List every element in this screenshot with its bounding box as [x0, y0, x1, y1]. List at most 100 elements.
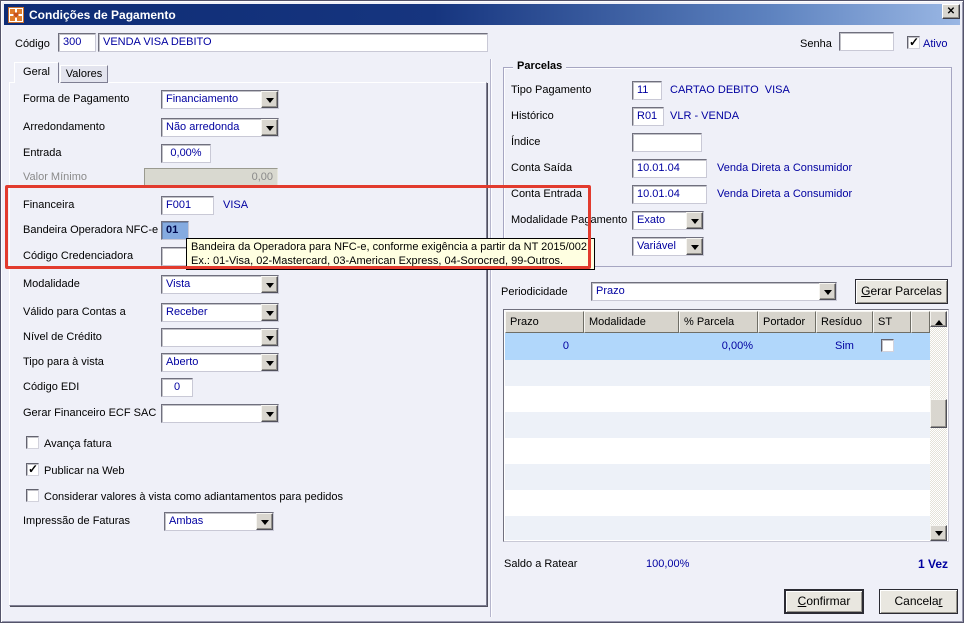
tipo-pagamento-input[interactable]: 11: [632, 81, 662, 100]
saldo-ratear-label: Saldo a Ratear: [504, 558, 578, 570]
arredondamento-label: Arredondamento: [23, 121, 105, 133]
chevron-down-icon[interactable]: [261, 91, 278, 108]
senha-input[interactable]: [839, 32, 894, 51]
confirmar-button[interactable]: Confirmar: [784, 589, 864, 614]
historico-desc: VLR - VENDA: [670, 110, 740, 122]
gerar-ecf-sac-label: Gerar Financeiro ECF SAC: [23, 407, 157, 419]
table-body: [505, 360, 930, 540]
entrada-input[interactable]: 0,00%: [161, 144, 211, 163]
publicar-web-label: Publicar na Web: [44, 465, 125, 477]
cell-st-checkbox[interactable]: [881, 339, 894, 352]
col-header-portador[interactable]: Portador: [758, 311, 816, 333]
chevron-down-icon[interactable]: [686, 238, 703, 255]
nfce-tooltip: Bandeira da Operadora para NFC-e, confor…: [186, 238, 596, 270]
vezes-value: 1 Vez: [917, 557, 948, 571]
bandeira-nfce-label: Bandeira Operadora NFC-e: [23, 224, 159, 236]
avanca-fatura-label: Avança fatura: [44, 438, 112, 450]
payment-conditions-dialog: Condições de Pagamento ✕ Código 300 VEND…: [0, 0, 964, 623]
col-header-prazo[interactable]: Prazo: [505, 311, 584, 333]
gerar-parcelas-button[interactable]: Gerar Parcelas: [855, 279, 948, 304]
codigo-credenciadora-input[interactable]: [161, 247, 189, 266]
nivel-credito-label: Nível de Crédito: [23, 331, 102, 343]
conta-entrada-input[interactable]: 10.01.04: [632, 185, 707, 204]
valido-contas-select[interactable]: Receber: [161, 303, 279, 322]
indice-input[interactable]: [632, 133, 702, 152]
historico-label: Histórico: [511, 110, 554, 122]
col-header-st[interactable]: ST: [873, 311, 911, 333]
tab-valores[interactable]: Valores: [60, 65, 108, 83]
chevron-down-icon[interactable]: [261, 329, 278, 346]
scroll-thumb[interactable]: [930, 399, 947, 428]
close-icon[interactable]: ✕: [942, 4, 960, 19]
cell-prazo: 0: [562, 340, 569, 352]
chevron-down-icon[interactable]: [261, 119, 278, 136]
financeira-desc: VISA: [223, 199, 249, 211]
variavel-select[interactable]: Variável: [632, 237, 704, 256]
publicar-web-checkbox[interactable]: [26, 462, 39, 476]
chevron-down-icon[interactable]: [256, 513, 273, 530]
col-header-modalidade[interactable]: Modalidade: [584, 311, 679, 333]
cancelar-button[interactable]: Cancelar: [879, 589, 958, 614]
chevron-down-icon[interactable]: [261, 405, 278, 422]
codigo-label: Código: [15, 38, 50, 50]
codigo-edi-label: Código EDI: [23, 381, 80, 393]
window-title: Condições de Pagamento: [29, 7, 176, 22]
tooltip-line-1: Bandeira da Operadora para NFC-e, confor…: [191, 241, 591, 253]
valor-minimo-input: 0,00: [144, 168, 278, 187]
entrada-label: Entrada: [23, 147, 62, 159]
gerar-ecf-sac-select[interactable]: [161, 404, 279, 423]
conta-entrada-label: Conta Entrada: [511, 188, 582, 200]
scroll-up-icon[interactable]: [930, 311, 947, 327]
modalidade-pagamento-label: Modalidade Pagamento: [511, 214, 628, 226]
descricao-input[interactable]: VENDA VISA DEBITO: [98, 33, 488, 52]
financeira-label: Financeira: [23, 199, 75, 211]
nivel-credito-select[interactable]: [161, 328, 279, 347]
tipo-pagamento-label: Tipo Pagamento: [511, 84, 592, 96]
tipo-vista-select[interactable]: Aberto: [161, 353, 279, 372]
cell-residuo: Sim: [835, 340, 854, 352]
impressao-faturas-select[interactable]: Ambas: [164, 512, 274, 531]
valor-minimo-label: Valor Mínimo: [23, 171, 87, 183]
considerar-adiantamentos-checkbox[interactable]: [26, 489, 39, 502]
modalidade-label: Modalidade: [23, 278, 80, 290]
tab-geral[interactable]: Geral: [14, 62, 59, 83]
financeira-input[interactable]: F001: [161, 196, 214, 215]
parcelas-title: Parcelas: [513, 60, 567, 72]
table-row[interactable]: 0 0,00% Sim: [505, 333, 930, 360]
periodicidade-select[interactable]: Prazo: [591, 282, 837, 301]
col-header-residuo[interactable]: Resíduo: [816, 311, 873, 333]
title-bar: Condições de Pagamento: [4, 4, 960, 25]
historico-input[interactable]: R01: [632, 107, 664, 126]
codigo-credenciadora-label: Código Credenciadora: [23, 250, 134, 262]
considerar-adiantamentos-label: Considerar valores à vista como adiantam…: [44, 491, 343, 503]
periodicidade-label: Periodicidade: [501, 286, 568, 298]
conta-saida-label: Conta Saída: [511, 162, 573, 174]
cell-parcela: 0,00%: [721, 340, 753, 352]
chevron-down-icon[interactable]: [686, 212, 703, 229]
chevron-down-icon[interactable]: [261, 354, 278, 371]
chevron-down-icon[interactable]: [261, 304, 278, 321]
conta-saida-input[interactable]: 10.01.04: [632, 159, 707, 178]
conta-saida-desc: Venda Direta a Consumidor: [717, 162, 853, 174]
arredondamento-select[interactable]: Não arredonda: [161, 118, 279, 137]
indice-label: Índice: [511, 136, 541, 148]
modalidade-pagamento-select[interactable]: Exato: [632, 211, 704, 230]
forma-pagamento-select[interactable]: Financiamento: [161, 90, 279, 109]
chevron-down-icon[interactable]: [261, 276, 278, 293]
col-header-parcela[interactable]: % Parcela: [679, 311, 758, 333]
forma-pagamento-label: Forma de Pagamento: [23, 93, 130, 105]
conta-entrada-desc: Venda Direta a Consumidor: [717, 188, 853, 200]
modalidade-select[interactable]: Vista: [161, 275, 279, 294]
ativo-checkbox[interactable]: [907, 35, 920, 49]
app-icon: [8, 6, 24, 23]
tooltip-line-2: Ex.: 01-Visa, 02-Mastercard, 03-American…: [191, 255, 564, 267]
ativo-label: Ativo: [923, 38, 948, 50]
chevron-down-icon[interactable]: [819, 283, 836, 300]
avanca-fatura-checkbox[interactable]: [26, 436, 39, 449]
codigo-edi-input[interactable]: 0: [161, 378, 193, 397]
codigo-input[interactable]: 300: [58, 33, 96, 52]
impressao-faturas-label: Impressão de Faturas: [23, 515, 130, 527]
scroll-down-icon[interactable]: [930, 525, 947, 541]
bandeira-nfce-input[interactable]: 01: [161, 221, 189, 240]
valido-contas-label: Válido para Contas a: [23, 306, 126, 318]
